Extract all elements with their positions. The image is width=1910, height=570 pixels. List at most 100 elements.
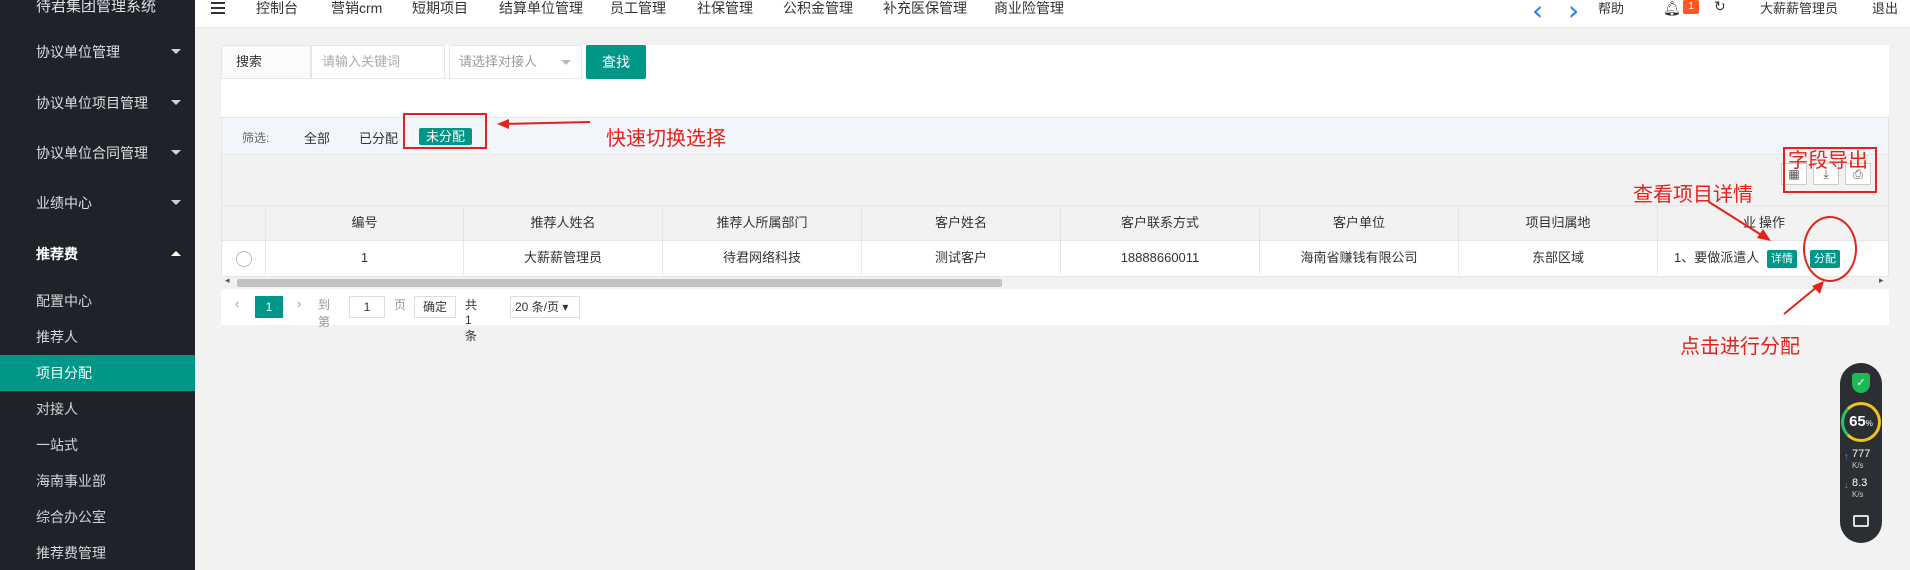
menu-label: 协议单位项目管理: [36, 95, 148, 111]
menu-fold-icon[interactable]: [211, 2, 225, 14]
download-unit: K/s: [1852, 490, 1864, 499]
download-value: 8.3: [1852, 477, 1868, 489]
camera-icon[interactable]: [1853, 515, 1869, 527]
detail-button[interactable]: 详情: [1767, 250, 1797, 268]
cell-customer: 测试客户: [862, 241, 1061, 275]
prev-page-icon[interactable]: ‹: [235, 296, 239, 311]
sidebar-item-config[interactable]: 配置中心: [0, 283, 195, 319]
sidebar-item-one-stop[interactable]: 一站式: [0, 427, 195, 463]
search-label: 搜索: [221, 45, 311, 79]
sidebar-item-project-assign[interactable]: 项目分配: [0, 355, 195, 391]
annotation-field-export: 字段导出: [1788, 150, 1868, 172]
filter-label: 筛选:: [242, 131, 270, 145]
speed-widget[interactable]: ✓ 65% ↑ 777 K/s ↓ 8.3 K/s: [1840, 363, 1882, 543]
contact-select[interactable]: 请选择对接人: [449, 45, 582, 79]
menu-protocol-unit[interactable]: 协议单位管理: [0, 27, 195, 77]
help-link[interactable]: 帮助: [1598, 0, 1624, 17]
header-customer: 客户姓名: [862, 206, 1061, 240]
chevron-right-icon[interactable]: ›: [1568, 0, 1579, 25]
nav-short-project[interactable]: 短期项目: [412, 0, 468, 18]
gauge-unit: %: [1865, 419, 1873, 428]
annotation-arrow-filter: [497, 119, 591, 129]
upload-speed: ↑ 777 K/s: [1844, 448, 1871, 471]
annotation-click-assign: 点击进行分配: [1680, 336, 1800, 358]
nav-social-security[interactable]: 社保管理: [697, 0, 753, 18]
chevron-down-icon: [561, 60, 571, 65]
menu-label: 协议单位管理: [36, 44, 120, 60]
header-phone: 客户联系方式: [1061, 206, 1260, 240]
filter-all[interactable]: 全部: [304, 128, 330, 147]
header-select: [222, 206, 266, 240]
menu-label: 协议单位合同管理: [36, 145, 148, 161]
search-input[interactable]: 请输入关键词: [311, 45, 445, 79]
search-button[interactable]: 查找: [586, 45, 646, 79]
menu-protocol-contract[interactable]: 协议单位合同管理: [0, 128, 195, 178]
nav-settlement[interactable]: 结算单位管理: [499, 0, 583, 18]
header-referrer: 推荐人姓名: [464, 206, 663, 240]
cell-phone: 18888660011: [1061, 241, 1260, 275]
header-region: 项目归属地: [1459, 206, 1658, 240]
cell-dept: 待君网络科技: [663, 241, 862, 275]
page-input[interactable]: 1: [349, 296, 385, 318]
filter-assigned[interactable]: 已分配: [359, 128, 398, 147]
logout-link[interactable]: 退出: [1872, 0, 1898, 17]
total-count: 共 1 条: [465, 298, 478, 343]
chevron-down-icon: [171, 49, 181, 54]
next-page-icon[interactable]: ›: [297, 296, 301, 311]
row-radio[interactable]: [236, 251, 252, 267]
menu-label: 业绩中心: [36, 195, 92, 211]
brand-title: 待君集团管理系统: [36, 0, 157, 15]
horizontal-scrollbar[interactable]: ◂ ▸: [221, 275, 1889, 289]
header-id: 编号: [266, 206, 464, 240]
annotation-arrow-detail: [1708, 201, 1771, 241]
nav-commercial-insurance[interactable]: 商业险管理: [994, 0, 1064, 18]
annotation-assign-circle: [1803, 216, 1857, 282]
menu-performance[interactable]: 业绩中心: [0, 178, 195, 228]
header-dept: 推荐人所属部门: [663, 206, 862, 240]
nav-crm[interactable]: 营销crm: [331, 0, 382, 18]
page-size-select[interactable]: 20 条/页 ▾: [510, 296, 580, 318]
shield-check-icon: ✓: [1852, 373, 1870, 393]
upload-value: 777: [1852, 448, 1871, 460]
gauge-value: 65: [1849, 413, 1866, 430]
nav-employee[interactable]: 员工管理: [610, 0, 666, 18]
chevron-left-icon[interactable]: ‹: [1532, 0, 1543, 25]
user-name[interactable]: 大薪薪管理员: [1760, 0, 1838, 17]
header-company: 客户单位: [1260, 206, 1459, 240]
row-select-cell: [222, 241, 266, 275]
sidebar-item-hainan[interactable]: 海南事业部: [0, 463, 195, 499]
confirm-button[interactable]: 确定: [414, 296, 456, 318]
chevron-up-icon: [171, 251, 181, 256]
menu-referral-fee[interactable]: 推荐费: [0, 229, 195, 279]
memory-gauge: 65%: [1841, 402, 1881, 442]
nav-dashboard[interactable]: 控制台: [256, 0, 298, 18]
menu-protocol-project[interactable]: 协议单位项目管理: [0, 78, 195, 128]
sidebar-item-office[interactable]: 综合办公室: [0, 499, 195, 535]
arrow-up-icon: ↑: [1844, 451, 1849, 461]
cell-company: 海南省赚钱有限公司: [1260, 241, 1459, 275]
scroll-left-icon[interactable]: ◂: [225, 275, 230, 286]
scrollbar-thumb[interactable]: [237, 279, 1002, 287]
current-page[interactable]: 1: [255, 296, 283, 318]
sidebar-item-referrer[interactable]: 推荐人: [0, 319, 195, 355]
sidebar-item-referral-fee-mgmt[interactable]: 推荐费管理: [0, 535, 195, 570]
table-header: 编号 推荐人姓名 推荐人所属部门 客户姓名 客户联系方式 客户单位 项目归属地 …: [221, 205, 1889, 241]
nav-medical-insurance[interactable]: 补充医保管理: [883, 0, 967, 18]
goto-label: 到第: [318, 298, 331, 329]
nav-housing-fund[interactable]: 公积金管理: [783, 0, 853, 18]
refresh-icon[interactable]: ↻: [1714, 0, 1726, 15]
top-nav-bar: 控制台 营销crm 短期项目 结算单位管理 员工管理 社保管理 公积金管理 补充…: [195, 0, 1910, 28]
sidebar-item-contact[interactable]: 对接人: [0, 391, 195, 427]
chevron-down-icon: [171, 100, 181, 105]
bell-icon[interactable]: 🔔︎: [1663, 0, 1681, 17]
annotation-quick-switch: 快速切换选择: [606, 128, 726, 150]
annotation-filter-box: [403, 113, 487, 149]
chevron-down-icon: [171, 150, 181, 155]
scroll-right-icon[interactable]: ▸: [1879, 275, 1884, 286]
menu-label: 推荐费: [36, 246, 78, 262]
page-unit: 页: [394, 298, 407, 312]
chevron-down-icon: [171, 200, 181, 205]
select-placeholder: 请选择对接人: [459, 54, 538, 69]
download-speed: ↓ 8.3 K/s: [1844, 477, 1868, 500]
annotation-arrow-assign: [1783, 281, 1824, 315]
